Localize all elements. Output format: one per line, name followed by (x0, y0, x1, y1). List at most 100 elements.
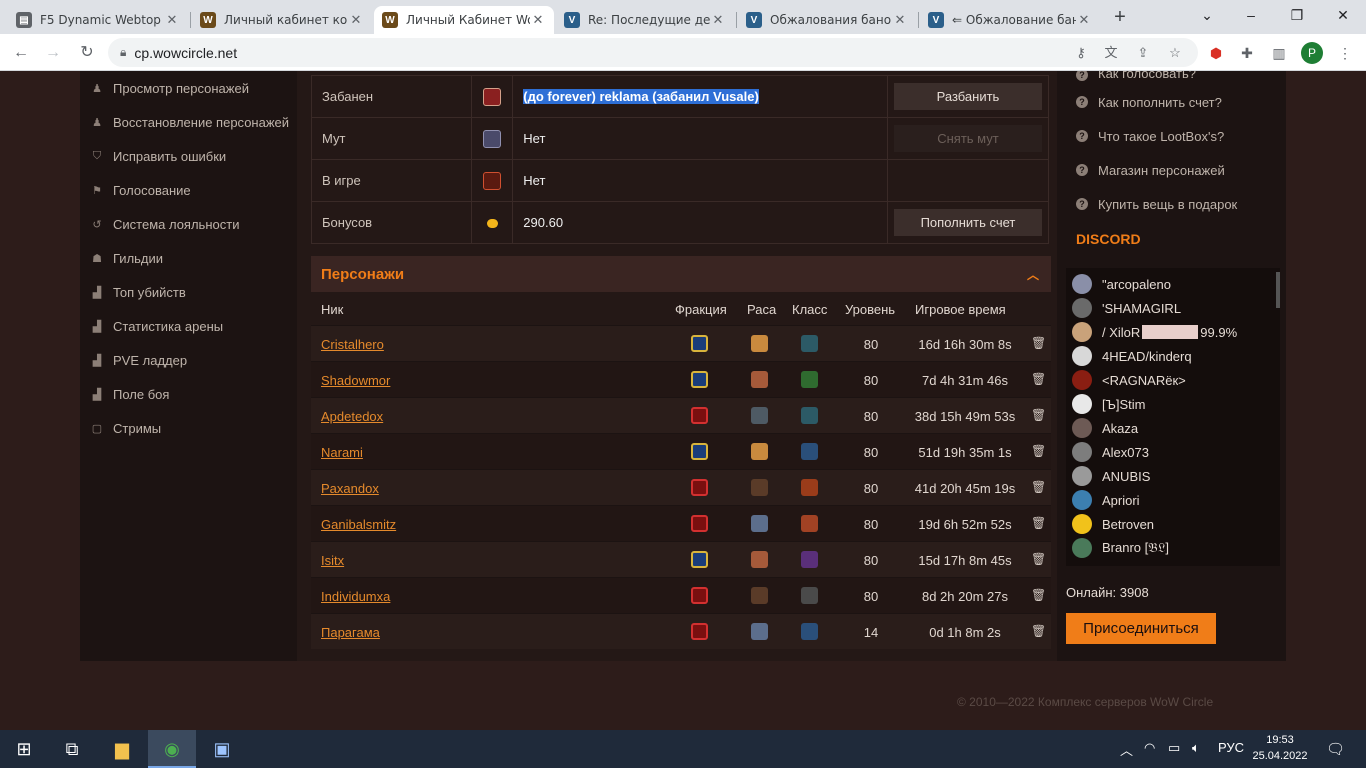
bookmark-star-icon[interactable]: ☆ (1164, 42, 1186, 64)
discord-member[interactable]: "arcopaleno (1066, 272, 1280, 296)
back-button[interactable]: ← (10, 42, 32, 64)
character-name-link[interactable]: Individumxa (321, 589, 390, 604)
character-name-link[interactable]: Isitx (321, 553, 344, 568)
discord-member[interactable]: Akaza (1066, 416, 1280, 440)
tray-chevron-up-icon[interactable]: ︿ (1120, 740, 1133, 759)
link-how-to-vote[interactable]: ? Как голосовать? (1066, 71, 1280, 81)
discord-member[interactable]: <RAGNARёк> (1066, 368, 1280, 392)
character-name-link[interactable]: Cristalhero (321, 337, 384, 352)
side-panel-icon[interactable]: ▥ (1268, 42, 1290, 64)
adblock-extension-icon[interactable]: ⬢ (1205, 42, 1227, 64)
character-name-link[interactable]: Apdetedox (321, 409, 383, 424)
link-lootbox-info[interactable]: ? Что такое LootBox's? (1066, 119, 1280, 153)
trash-icon[interactable]: 🗑︎ (1031, 444, 1046, 458)
lock-icon[interactable]: 🔒︎ (120, 45, 126, 60)
chrome-taskbar-icon[interactable]: ◉ (148, 730, 196, 768)
discord-member[interactable]: Alex073 (1066, 440, 1280, 464)
omnibox[interactable]: 🔒︎ cp.wowcircle.net ⚷ 文 ⇪ ☆ (108, 38, 1198, 67)
character-name-link[interactable]: Парагама (321, 625, 380, 640)
tab-search-icon[interactable]: ⌄ (1184, 4, 1230, 26)
close-icon[interactable]: ✕ (164, 12, 180, 28)
clock[interactable]: 19:53 25.04.2022 (1250, 732, 1310, 764)
close-icon[interactable]: ✕ (1076, 12, 1092, 28)
nav-battleground[interactable]: ▟ Поле боя (80, 377, 290, 411)
unmute-button[interactable]: Снять мут (893, 125, 1042, 152)
maximize-button[interactable]: ❐ (1274, 4, 1320, 26)
reload-button[interactable]: ↻ (76, 42, 98, 64)
link-gift-item[interactable]: ? Купить вещь в подарок (1066, 187, 1280, 221)
nav-voting[interactable]: ⚑ Голосование (80, 173, 290, 207)
nav-view-characters[interactable]: ♟ Просмотр персонажей (80, 71, 290, 105)
tab-lk-wow[interactable]: W Личный Кабинет WoW ✕ (374, 6, 554, 34)
tab-ban-appeal[interactable]: V ⇐ Обжалование бан ✕ (920, 6, 1100, 34)
trash-icon[interactable]: 🗑︎ (1031, 552, 1046, 566)
close-icon[interactable]: ✕ (892, 12, 908, 28)
close-window-button[interactable]: ✕ (1320, 4, 1366, 26)
trash-icon[interactable]: 🗑︎ (1031, 408, 1046, 422)
nav-restore-characters[interactable]: ♟ Восстановление персонажей (80, 105, 290, 139)
trash-icon[interactable]: 🗑︎ (1031, 516, 1046, 530)
nav-pve-ladder[interactable]: ▟ PVE ладдер (80, 343, 290, 377)
nav-guilds[interactable]: ☗ Гильдии (80, 241, 290, 275)
chevron-up-icon[interactable]: ︿ (1027, 266, 1039, 283)
language-indicator[interactable]: РУС (1218, 740, 1244, 755)
discord-member[interactable]: Betroven (1066, 512, 1280, 536)
forward-button[interactable]: → (42, 42, 64, 64)
file-explorer-icon[interactable]: ▆ (98, 730, 146, 768)
share-icon[interactable]: ⇪ (1132, 42, 1154, 64)
new-tab-button[interactable]: + (1110, 6, 1130, 28)
character-level: 80 (863, 445, 879, 460)
discord-member[interactable]: ANUBIS (1066, 464, 1280, 488)
task-view-icon[interactable]: ⧉ (48, 730, 96, 768)
tab-re-actions[interactable]: V Re: Последущие дейс ✕ (556, 6, 734, 34)
nav-loyalty[interactable]: ↺ Система лояльности (80, 207, 290, 241)
character-name-link[interactable]: Ganibalsmitz (321, 517, 396, 532)
characters-title: Персонажи (321, 265, 405, 283)
menu-kebab-icon[interactable]: ⋮ (1334, 42, 1356, 64)
unban-button[interactable]: Разбанить (893, 83, 1042, 110)
notifications-icon[interactable]: 🗨︎ (1326, 740, 1345, 758)
tab-ban-appeals[interactable]: V Обжалования банов ✕ (738, 6, 916, 34)
discord-member[interactable]: [Ъ]Stim (1066, 392, 1280, 416)
nav-top-kills[interactable]: ▟ Топ убийств (80, 275, 290, 309)
windows-start-icon[interactable]: ⊞ (0, 730, 48, 768)
minimize-button[interactable]: – (1228, 4, 1274, 26)
close-icon[interactable]: ✕ (348, 12, 364, 28)
battery-icon[interactable]: ▭ (1168, 740, 1180, 756)
network-icon[interactable]: ◠ (1144, 740, 1155, 756)
remote-desktop-icon[interactable]: ▣ (198, 730, 246, 768)
discord-member-list[interactable]: "arcopaleno 'SHAMAGIRL / XiloR 99.9% 4HEAD/k… (1066, 268, 1280, 566)
characters-header[interactable]: Персонажи ︿ (311, 256, 1051, 292)
trash-icon[interactable]: 🗑︎ (1031, 480, 1046, 494)
profile-avatar[interactable]: P (1301, 42, 1323, 64)
trash-icon[interactable]: 🗑︎ (1031, 624, 1046, 638)
discord-join-button[interactable]: Присоединиться (1066, 613, 1216, 644)
link-how-to-top-up[interactable]: ? Как пополнить счет? (1066, 85, 1280, 119)
discord-member[interactable]: Apriori (1066, 488, 1280, 512)
nav-arena-stats[interactable]: ▟ Статистика арены (80, 309, 290, 343)
link-character-shop[interactable]: ? Магазин персонажей (1066, 153, 1280, 187)
discord-member[interactable]: 'SHAMAGIRL (1066, 296, 1280, 320)
tab-f5-webtop[interactable]: ▤ F5 Dynamic Webtop ✕ (8, 6, 188, 34)
close-icon[interactable]: ✕ (530, 12, 546, 28)
top-up-button[interactable]: Пополнить счет (893, 209, 1042, 236)
scrollbar[interactable] (1276, 272, 1280, 308)
tab-lk-community[interactable]: W Личный кабинет ком ✕ (192, 6, 372, 34)
nav-fix-errors[interactable]: ⛉ Исправить ошибки (80, 139, 290, 173)
close-icon[interactable]: ✕ (710, 12, 726, 28)
trash-icon[interactable]: 🗑︎ (1031, 372, 1046, 386)
trash-icon[interactable]: 🗑︎ (1031, 336, 1046, 350)
character-name-link[interactable]: Narami (321, 445, 363, 460)
trash-icon[interactable]: 🗑︎ (1031, 588, 1046, 602)
nav-streams[interactable]: ▢ Стримы (80, 411, 290, 445)
discord-member[interactable]: 4HEAD/kinderq (1066, 344, 1280, 368)
extensions-puzzle-icon[interactable]: ✚ (1236, 42, 1258, 64)
nav-label: Статистика арены (113, 318, 224, 334)
character-name-link[interactable]: Shadowmor (321, 373, 390, 388)
volume-icon[interactable]: 🔈︎ (1192, 740, 1200, 756)
discord-member[interactable]: Branro [𝔅𝔏] (1066, 536, 1280, 560)
discord-member[interactable]: / XiloR 99.9% (1066, 320, 1280, 344)
character-name-link[interactable]: Paxandox (321, 481, 379, 496)
translate-icon[interactable]: 文 (1100, 42, 1122, 64)
key-icon[interactable]: ⚷ (1070, 42, 1092, 64)
